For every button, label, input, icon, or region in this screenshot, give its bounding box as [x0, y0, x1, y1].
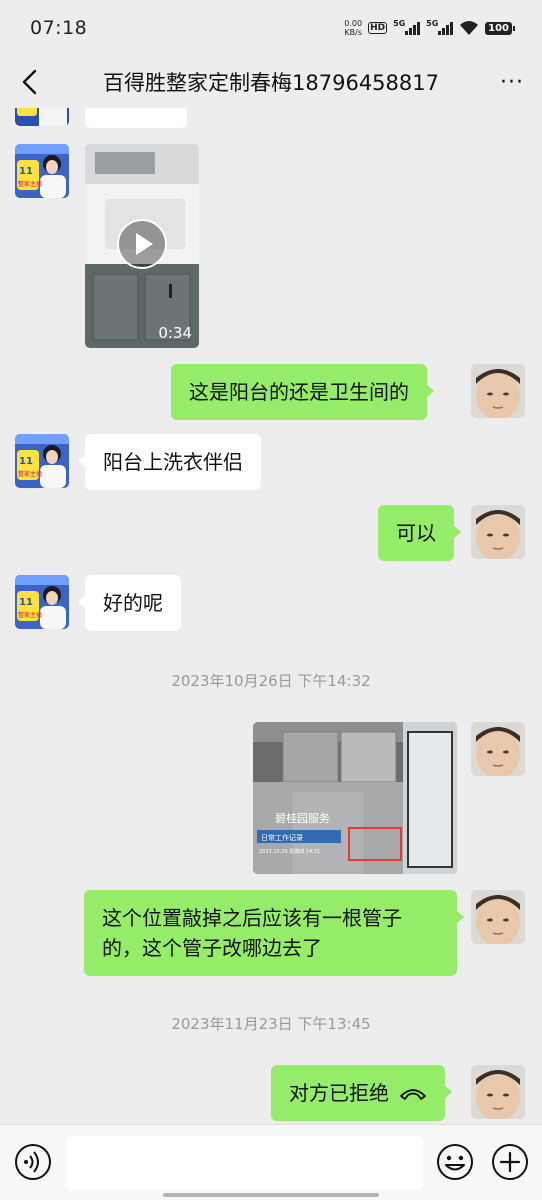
- network-speed: 0.00 KB/s: [344, 19, 363, 37]
- play-icon[interactable]: [116, 218, 168, 270]
- avatar-image: 11 整家主播: [15, 575, 69, 629]
- status-bar: 07:18 0.00 KB/s HD 5G 5G 100: [0, 0, 542, 56]
- message-list[interactable]: 11 整家主播 0:34 这是阳台的还是卫生间的 11 整家主播 阳台上洗衣伴侣…: [0, 108, 542, 1124]
- avatar-image: [15, 108, 69, 126]
- wifi-icon: [460, 21, 479, 35]
- call-status-text: 对方已拒绝: [289, 1081, 389, 1105]
- status-time: 07:18: [30, 17, 88, 39]
- svg-text:11: 11: [19, 456, 33, 467]
- signal-icon-2: 5G: [426, 19, 454, 35]
- svg-text:整家主播: 整家主播: [18, 611, 42, 619]
- avatar-image: 11 整家主播: [15, 144, 69, 198]
- svg-text:整家主播: 整家主播: [18, 470, 42, 478]
- emoji-icon[interactable]: [436, 1143, 474, 1181]
- svg-text:2023.10.26 星期四 14:31: 2023.10.26 星期四 14:31: [259, 849, 320, 855]
- back-button[interactable]: [0, 56, 60, 108]
- signal-icon: 5G: [393, 19, 421, 35]
- svg-text:整家主播: 整家主播: [18, 180, 42, 188]
- image-message[interactable]: 碧桂园服务 日常工作记录 2023.10.26 星期四 14:31: [253, 722, 457, 874]
- avatar-image: 11 整家主播: [15, 434, 69, 488]
- message-bubble-incoming[interactable]: 好的呢: [78, 575, 181, 631]
- avatar-other[interactable]: 11 整家主播: [15, 434, 69, 488]
- svg-text:11: 11: [19, 597, 33, 608]
- avatar-other[interactable]: 11 整家主播: [15, 144, 69, 198]
- more-button[interactable]: ···: [482, 56, 542, 108]
- svg-text:碧桂园服务: 碧桂园服务: [275, 811, 330, 825]
- avatar-me[interactable]: [471, 364, 525, 418]
- video-message[interactable]: 0:34: [85, 144, 199, 348]
- avatar-image: [471, 1065, 525, 1119]
- voice-icon[interactable]: [14, 1143, 52, 1181]
- svg-text:日常工作记录: 日常工作记录: [261, 833, 303, 842]
- avatar-me[interactable]: [471, 722, 525, 776]
- message-bubble-outgoing[interactable]: 这是阳台的还是卫生间的: [171, 364, 434, 420]
- battery-icon: 100: [485, 21, 515, 35]
- home-indicator[interactable]: [163, 1193, 379, 1197]
- timestamp: 2023年10月26日 下午14:32: [171, 672, 371, 690]
- avatar-image: [471, 505, 525, 559]
- message-line: 的，这个管子改哪边去了: [102, 936, 322, 960]
- avatar-image: [471, 890, 525, 944]
- message-bubble-partial[interactable]: [85, 108, 187, 128]
- message-bubble-outgoing[interactable]: 这个位置敲掉之后应该有一根管子 的，这个管子改哪边去了: [84, 890, 464, 976]
- photo-thumbnail: 碧桂园服务 日常工作记录 2023.10.26 星期四 14:31: [253, 722, 457, 874]
- message-input[interactable]: [66, 1136, 423, 1190]
- input-bar: [0, 1124, 542, 1200]
- avatar-other[interactable]: 11 整家主播: [15, 575, 69, 629]
- message-line: 这个位置敲掉之后应该有一根管子: [102, 906, 402, 930]
- avatar-me[interactable]: [471, 890, 525, 944]
- call-record-bubble[interactable]: 对方已拒绝: [271, 1065, 452, 1121]
- video-duration: 0:34: [158, 324, 192, 342]
- status-icons: 0.00 KB/s HD 5G 5G 100: [344, 19, 515, 37]
- chat-header: 百得胜整家定制春梅18796458817 ···: [0, 56, 542, 108]
- message-bubble-incoming[interactable]: 阳台上洗衣伴侣: [78, 434, 261, 490]
- avatar-other[interactable]: [15, 108, 69, 126]
- avatar-image: [471, 722, 525, 776]
- timestamp: 2023年11月23日 下午13:45: [171, 1015, 371, 1033]
- chevron-left-icon: [22, 69, 37, 95]
- message-bubble-outgoing[interactable]: 可以: [378, 505, 461, 561]
- chat-title[interactable]: 百得胜整家定制春梅18796458817: [60, 67, 482, 97]
- avatar-me[interactable]: [471, 505, 525, 559]
- hd-icon: HD: [368, 22, 388, 34]
- plus-icon[interactable]: [491, 1143, 529, 1181]
- phone-hangup-icon: [400, 1089, 426, 1100]
- avatar-me[interactable]: [471, 1065, 525, 1119]
- avatar-image: [471, 364, 525, 418]
- svg-text:11: 11: [19, 166, 33, 177]
